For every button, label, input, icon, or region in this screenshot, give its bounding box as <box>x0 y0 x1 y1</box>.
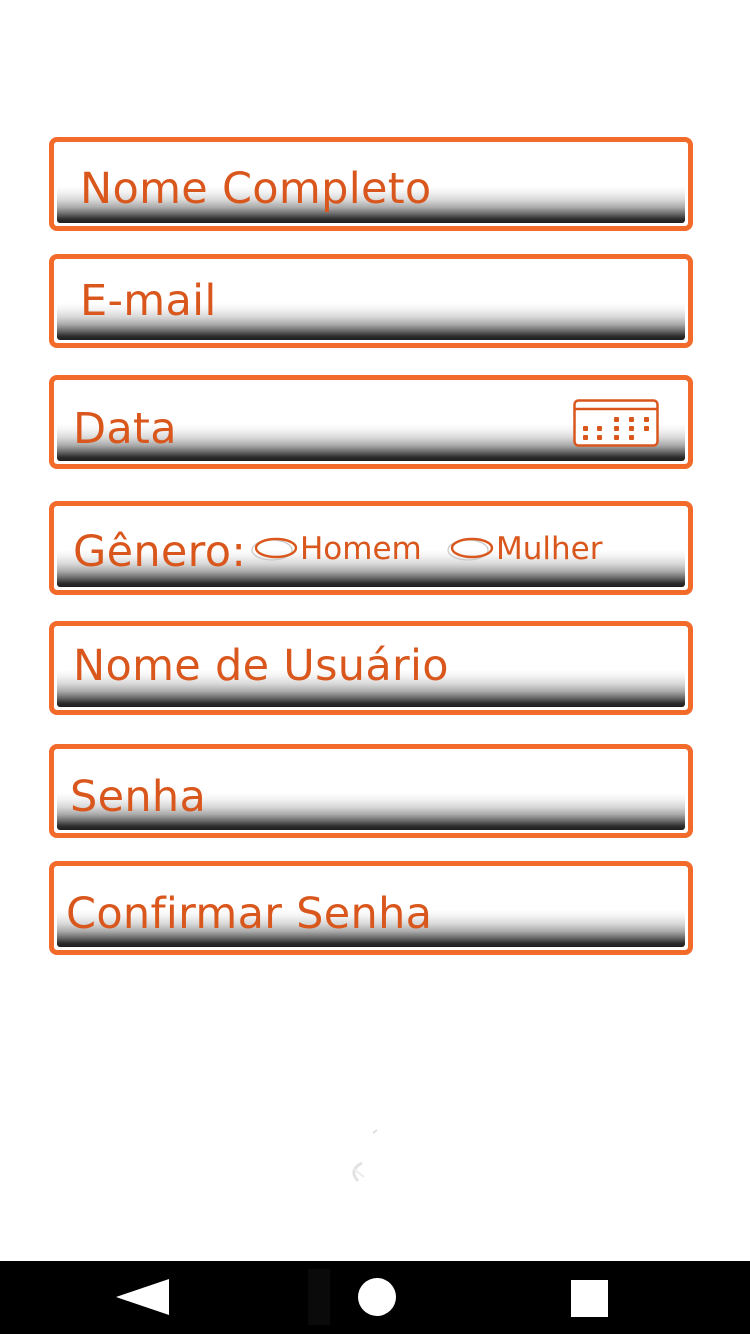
full-name-field-background: Nome Completo <box>57 145 685 223</box>
username-placeholder: Nome de Usuário <box>73 641 449 691</box>
nav-shadow <box>308 1269 330 1325</box>
confirm-password-field-background: Confirmar Senha <box>57 869 685 947</box>
email-placeholder: E-mail <box>80 276 217 326</box>
back-triangle-icon[interactable] <box>112 1277 172 1317</box>
gender-option-homem[interactable]: Homem <box>248 534 422 565</box>
gender-option-homem-label: Homem <box>300 531 422 567</box>
radio-unselected-icon <box>251 537 298 561</box>
registration-screen: Nome Completo E-mail Data Gênero: Homem … <box>0 0 750 1334</box>
confirm-password-placeholder: Confirmar Senha <box>66 889 433 939</box>
username-field[interactable]: Nome de Usuário <box>49 621 693 715</box>
password-field[interactable]: Senha <box>49 744 693 838</box>
recents-square-icon[interactable] <box>571 1280 608 1317</box>
password-placeholder: Senha <box>70 772 207 822</box>
calendar-icon[interactable] <box>573 399 659 447</box>
date-field-background: Data <box>57 383 685 461</box>
full-name-placeholder: Nome Completo <box>80 164 432 214</box>
gender-field: Gênero: Homem Mulher <box>49 501 693 595</box>
email-field-background: E-mail <box>57 262 685 340</box>
radio-unselected-icon <box>447 537 494 561</box>
email-field[interactable]: E-mail <box>49 254 693 348</box>
username-field-background: Nome de Usuário <box>57 629 685 707</box>
home-circle-icon[interactable] <box>358 1278 396 1316</box>
navigation-bar <box>0 1261 750 1334</box>
date-field[interactable]: Data <box>49 375 693 469</box>
gender-field-background: Gênero: Homem Mulher <box>57 509 685 587</box>
spinner-icon <box>352 1129 378 1183</box>
nav-home-base <box>347 1316 419 1334</box>
password-field-background: Senha <box>57 752 685 830</box>
gender-label: Gênero: <box>73 527 247 577</box>
full-name-field[interactable]: Nome Completo <box>49 137 693 231</box>
gender-option-mulher-label: Mulher <box>496 531 603 567</box>
date-placeholder: Data <box>73 404 177 454</box>
gender-option-mulher[interactable]: Mulher <box>444 534 602 565</box>
confirm-password-field[interactable]: Confirmar Senha <box>49 861 693 955</box>
